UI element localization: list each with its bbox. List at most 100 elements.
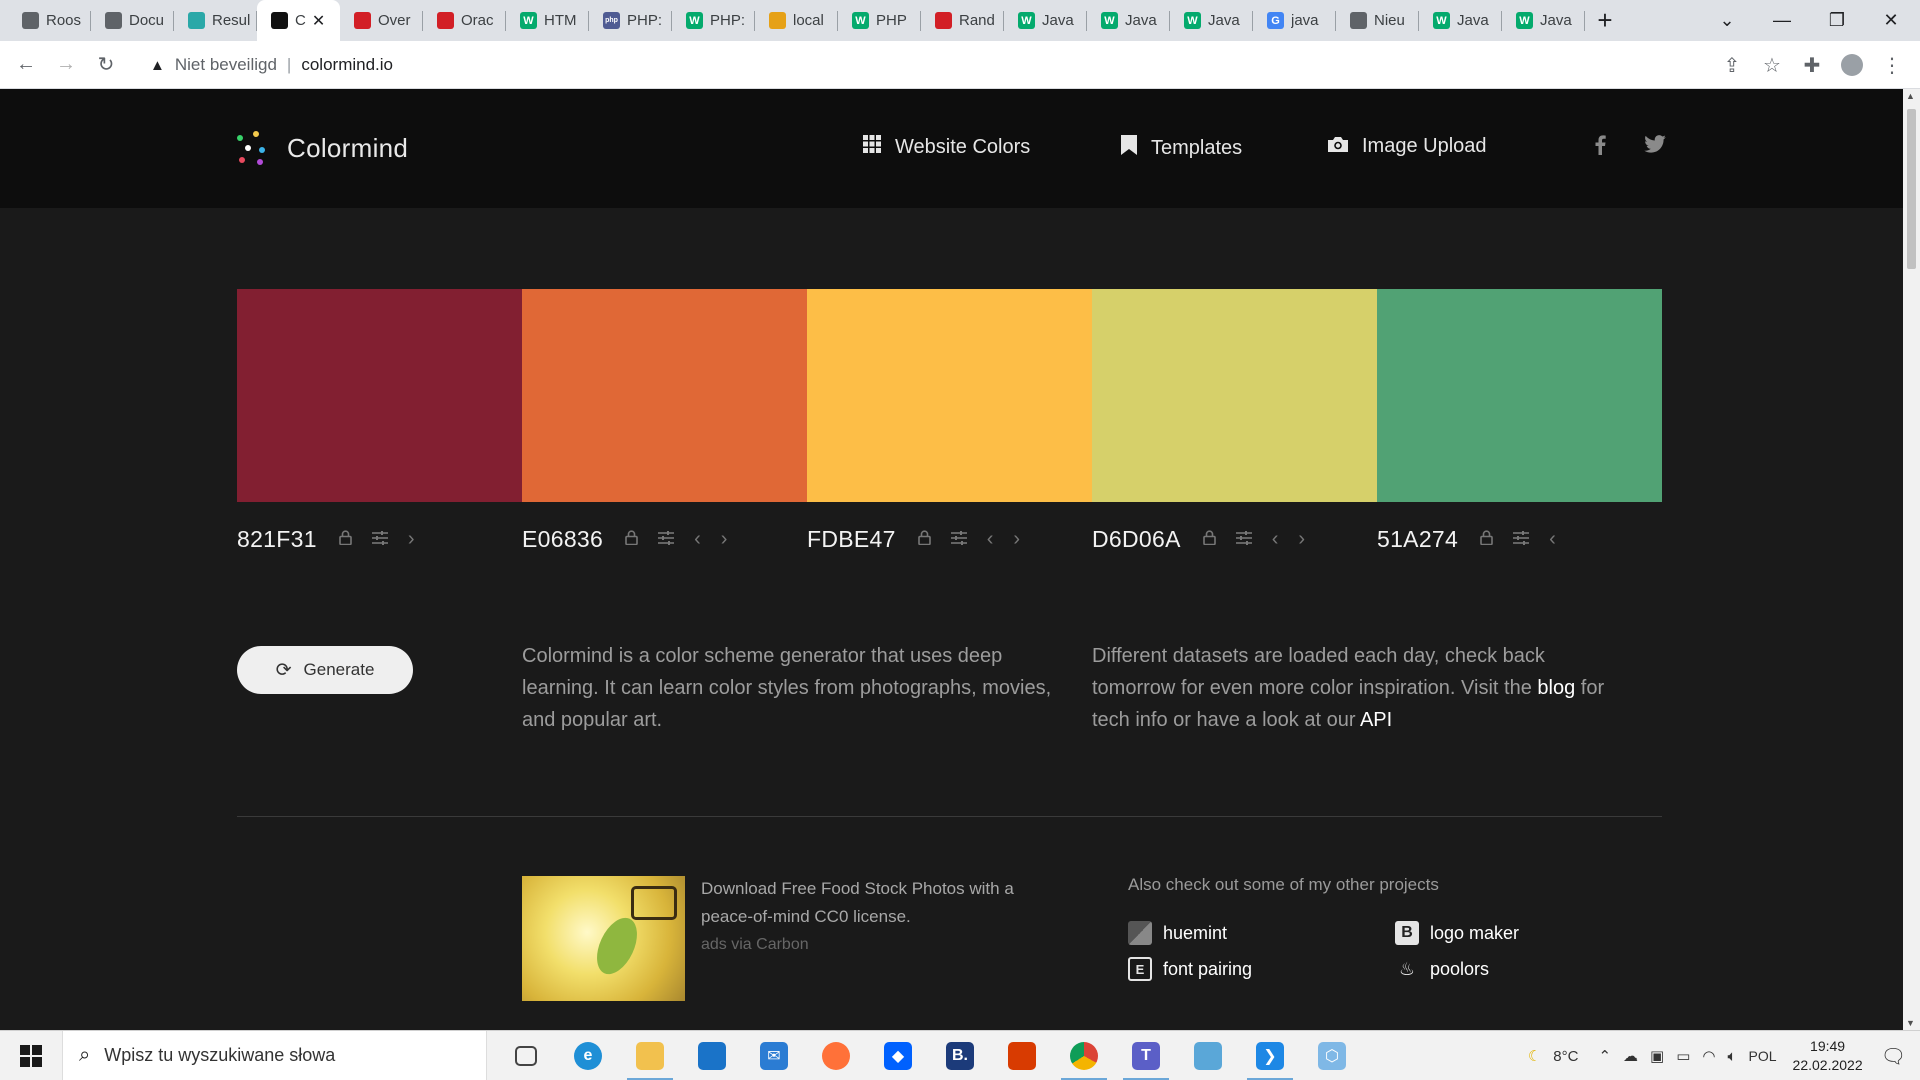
clock[interactable]: 19:49 22.02.2022 — [1793, 1037, 1863, 1075]
restore-icon[interactable]: ❐ — [1814, 0, 1860, 41]
hex-code[interactable]: 821F31 — [237, 526, 317, 553]
notifications-icon[interactable]: 🗨︎ — [1881, 1044, 1906, 1069]
lock-icon[interactable] — [625, 530, 638, 549]
share-icon[interactable]: ⇪ — [1712, 45, 1752, 85]
browser-tab[interactable]: Nieu — [1336, 0, 1419, 41]
taskbar-app-teams[interactable]: T — [1115, 1031, 1177, 1080]
browser-tab[interactable]: Docu — [91, 0, 174, 41]
taskbar-app-office[interactable] — [991, 1031, 1053, 1080]
browser-tab[interactable]: Orac — [423, 0, 506, 41]
security-label[interactable]: Niet beveiligd — [175, 55, 277, 75]
api-link[interactable]: API — [1360, 709, 1392, 731]
back-icon[interactable]: ← — [6, 45, 46, 85]
battery-icon[interactable]: ▭ — [1676, 1047, 1690, 1065]
adjust-sliders-icon[interactable] — [371, 530, 388, 549]
move-right-icon[interactable]: › — [721, 528, 728, 551]
menu-kebab-icon[interactable]: ⋮ — [1872, 45, 1912, 85]
wifi-icon[interactable]: ◠ — [1702, 1047, 1715, 1065]
minimize-icon[interactable]: — — [1759, 0, 1805, 41]
tab-search-chevron-icon[interactable]: ⌄ — [1704, 0, 1750, 41]
tab-close-icon[interactable]: ✕ — [312, 11, 325, 31]
move-left-icon[interactable]: ‹ — [987, 528, 994, 551]
tray-chevron-icon[interactable]: ⌃ — [1598, 1047, 1611, 1065]
scroll-thumb[interactable] — [1907, 109, 1916, 269]
browser-tab[interactable]: W Java — [1502, 0, 1585, 41]
color-swatch[interactable] — [522, 289, 807, 502]
profile-avatar[interactable] — [1832, 45, 1872, 85]
facebook-icon[interactable] — [1594, 135, 1606, 161]
taskbar-app-file-explorer[interactable] — [619, 1031, 681, 1080]
start-button[interactable] — [0, 1031, 62, 1080]
adjust-sliders-icon[interactable] — [1235, 530, 1252, 549]
tab-active[interactable]: C ✕ — [257, 0, 340, 41]
reload-icon[interactable]: ↻ — [86, 45, 126, 85]
color-swatch[interactable] — [1377, 289, 1662, 502]
warning-icon[interactable]: ▲ — [150, 57, 165, 74]
nav-templates[interactable]: Templates — [1121, 135, 1242, 161]
address-bar[interactable]: ▲ Niet beveiligd | colormind.io — [136, 47, 1700, 83]
lock-icon[interactable] — [917, 530, 931, 549]
weather-moon-icon[interactable]: ☾ — [1528, 1047, 1541, 1065]
move-right-icon[interactable]: › — [1013, 528, 1020, 551]
lock-icon[interactable] — [339, 530, 352, 549]
bookmark-star-icon[interactable]: ☆ — [1752, 45, 1792, 85]
browser-tab[interactable]: php PHP: — [589, 0, 672, 41]
twitter-icon[interactable] — [1644, 135, 1666, 159]
volume-muted-icon[interactable]: 🔈︎ — [1728, 1048, 1737, 1065]
scroll-up-arrow-icon[interactable]: ▲ — [1906, 91, 1915, 101]
browser-tab[interactable]: W Java — [1419, 0, 1502, 41]
browser-tab[interactable]: W Java — [1004, 0, 1087, 41]
page-scrollbar[interactable]: ▲ ▼ — [1903, 89, 1920, 1030]
project-poolors[interactable]: ♨ poolors — [1395, 957, 1489, 981]
project-huemint[interactable]: huemint — [1128, 921, 1227, 945]
browser-tab[interactable]: W PHP: — [672, 0, 755, 41]
browser-tab[interactable]: W HTM — [506, 0, 589, 41]
move-left-icon[interactable]: ‹ — [1272, 528, 1279, 551]
nav-website-colors[interactable]: Website Colors — [863, 135, 1030, 159]
site-logo[interactable]: Colormind — [237, 131, 408, 165]
scroll-down-arrow-icon[interactable]: ▼ — [1906, 1018, 1915, 1028]
browser-tab[interactable]: W PHP — [838, 0, 921, 41]
project-font-pairing[interactable]: E font pairing — [1128, 957, 1252, 981]
browser-tab[interactable]: Gjava — [1253, 0, 1336, 41]
adjust-sliders-icon[interactable] — [1513, 530, 1530, 549]
security-tray-icon[interactable]: ▣ — [1650, 1047, 1664, 1065]
color-swatch[interactable] — [807, 289, 1092, 502]
taskbar-app-vscode[interactable]: ❯ — [1239, 1031, 1301, 1080]
onedrive-icon[interactable]: ☁ — [1623, 1047, 1638, 1065]
taskbar-app-microsoft-store[interactable] — [681, 1031, 743, 1080]
browser-tab[interactable]: Resul — [174, 0, 257, 41]
hex-code[interactable]: FDBE47 — [807, 526, 896, 553]
url-text[interactable]: colormind.io — [301, 55, 393, 75]
generate-button[interactable]: ⟳ Generate — [237, 646, 413, 694]
taskbar-app-app-hex[interactable]: ⬡ — [1301, 1031, 1363, 1080]
browser-tab[interactable]: Over — [340, 0, 423, 41]
taskbar-search[interactable]: ⌕ Wpisz tu wyszukiwane słowa — [62, 1030, 487, 1080]
ad-text[interactable]: Download Free Food Stock Photos with a p… — [701, 875, 1041, 959]
taskbar-app-task-view[interactable] — [495, 1031, 557, 1080]
adjust-sliders-icon[interactable] — [950, 530, 967, 549]
browser-tab[interactable]: Roos — [8, 0, 91, 41]
color-swatch[interactable] — [237, 289, 522, 502]
ad-description[interactable]: Download Free Food Stock Photos with a p… — [701, 875, 1041, 931]
nav-image-upload[interactable]: Image Upload — [1328, 135, 1487, 158]
extensions-icon[interactable]: ✚ — [1792, 45, 1832, 85]
adjust-sliders-icon[interactable] — [658, 530, 675, 549]
move-left-icon[interactable]: ‹ — [694, 528, 701, 551]
close-window-icon[interactable]: ✕ — [1868, 0, 1914, 41]
taskbar-app-edge[interactable]: e — [557, 1031, 619, 1080]
hex-code[interactable]: E06836 — [522, 526, 603, 553]
project-logo-maker[interactable]: B logo maker — [1395, 921, 1519, 945]
lock-icon[interactable] — [1202, 530, 1216, 549]
move-right-icon[interactable]: › — [1298, 528, 1305, 551]
move-left-icon[interactable]: ‹ — [1549, 528, 1556, 551]
browser-tab[interactable]: W Java — [1170, 0, 1253, 41]
forward-icon[interactable]: → — [46, 45, 86, 85]
hex-code[interactable]: D6D06A — [1092, 526, 1181, 553]
taskbar-app-dropbox[interactable]: ◆ — [867, 1031, 929, 1080]
new-tab-button[interactable]: + — [1585, 0, 1625, 41]
browser-tab[interactable]: W Java — [1087, 0, 1170, 41]
language-indicator[interactable]: POL — [1749, 1048, 1777, 1064]
ad-image[interactable] — [522, 876, 685, 1001]
taskbar-app-booking[interactable]: B. — [929, 1031, 991, 1080]
